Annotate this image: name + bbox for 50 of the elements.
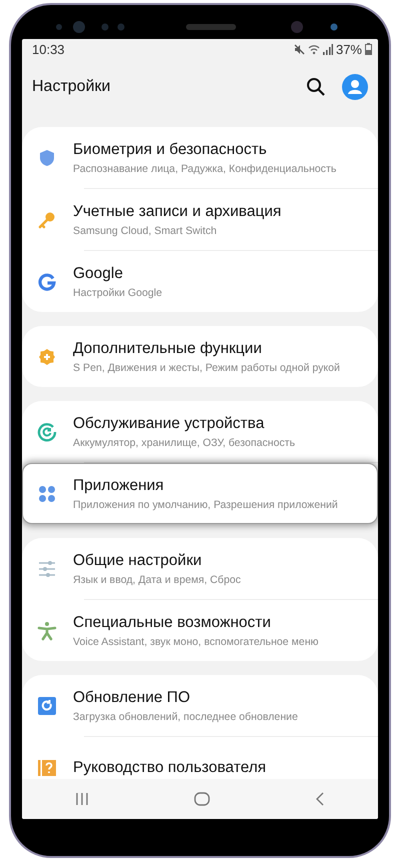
sliders-icon — [37, 558, 57, 578]
settings-item[interactable]: Обновление ПО Загрузка обновлений, последнее обновление — [22, 675, 378, 736]
item-subtitle: Приложения по умолчанию, Разрешения приложений — [73, 498, 338, 510]
gear-plus-icon — [37, 346, 57, 366]
four-dots-icon — [37, 484, 57, 504]
item-subtitle: S Pen, Движения и жесты, Режим работы одной рукой — [73, 362, 340, 374]
settings-item[interactable]: Учетные записи и архивация Samsung Cloud, Smart Switch — [22, 189, 378, 250]
item-title: Специальные возможности — [73, 614, 272, 632]
item-subtitle: Настройки Google — [73, 286, 162, 298]
battery-icon — [365, 43, 372, 55]
item-title: Обновление ПО — [73, 688, 191, 706]
page-title: Настройки — [32, 78, 112, 96]
key-icon — [37, 210, 57, 230]
google-icon — [37, 272, 57, 292]
accessibility-icon — [37, 620, 57, 640]
wifi-icon — [308, 44, 320, 54]
settings-item[interactable]: Google Настройки Google — [22, 251, 378, 312]
settings-item[interactable]: Руководство пользователя — [22, 737, 378, 779]
settings-item[interactable]: Приложения Приложения по умолчанию, Разрешения приложений — [22, 463, 378, 524]
item-subtitle: Распознавание лица, Радужка, Конфиденциальность — [73, 162, 336, 174]
settings-item[interactable]: Специальные возможности Voice Assistant, звук моно, вспомогательное меню — [22, 600, 378, 661]
refresh-circle-icon — [37, 422, 57, 442]
signal-icon — [322, 44, 333, 54]
item-subtitle: Загрузка обновлений, последнее обновление — [73, 710, 298, 722]
item-title: Обслуживание устройства — [73, 414, 266, 432]
item-subtitle: Voice Assistant, звук моно, вспомогательное меню — [73, 636, 318, 648]
mute-icon — [294, 44, 305, 54]
item-title: Приложения — [73, 476, 165, 494]
item-subtitle: Аккумулятор, хранилище, ОЗУ, безопасность — [73, 436, 296, 448]
update-icon — [37, 696, 57, 716]
profile-icon[interactable] — [342, 74, 368, 100]
item-title: Биометрия и безопасность — [73, 140, 268, 158]
item-title: Google — [73, 264, 124, 282]
item-title: Общие настройки — [73, 552, 203, 570]
item-title: Руководство пользователя — [73, 758, 266, 776]
item-subtitle: Язык и ввод, Дата и время, Сброс — [73, 574, 241, 586]
shield-icon — [37, 148, 57, 168]
settings-item[interactable]: Общие настройки Язык и ввод, Дата и время, Сброс — [22, 538, 378, 599]
home-icon[interactable] — [194, 792, 210, 806]
search-icon[interactable] — [306, 77, 326, 97]
back-icon[interactable] — [315, 792, 326, 806]
item-title: Учетные записи и архивация — [73, 202, 282, 220]
item-subtitle: Samsung Cloud, Smart Switch — [73, 224, 218, 236]
battery-percent: 37% — [336, 42, 362, 56]
settings-item[interactable]: Обслуживание устройства Аккумулятор, хранилище, ОЗУ, безопасность — [22, 401, 378, 462]
item-title: Дополнительные функции — [73, 340, 263, 358]
status-time: 10:33 — [32, 42, 65, 56]
recent-apps-icon[interactable] — [74, 793, 89, 805]
settings-item[interactable]: Дополнительные функции S Pen, Движения и жесты, Режим работы одной рукой — [22, 326, 378, 387]
settings-item[interactable]: Биометрия и безопасность Распознавание лица, Радужка, Конфиденциальность — [22, 127, 378, 188]
